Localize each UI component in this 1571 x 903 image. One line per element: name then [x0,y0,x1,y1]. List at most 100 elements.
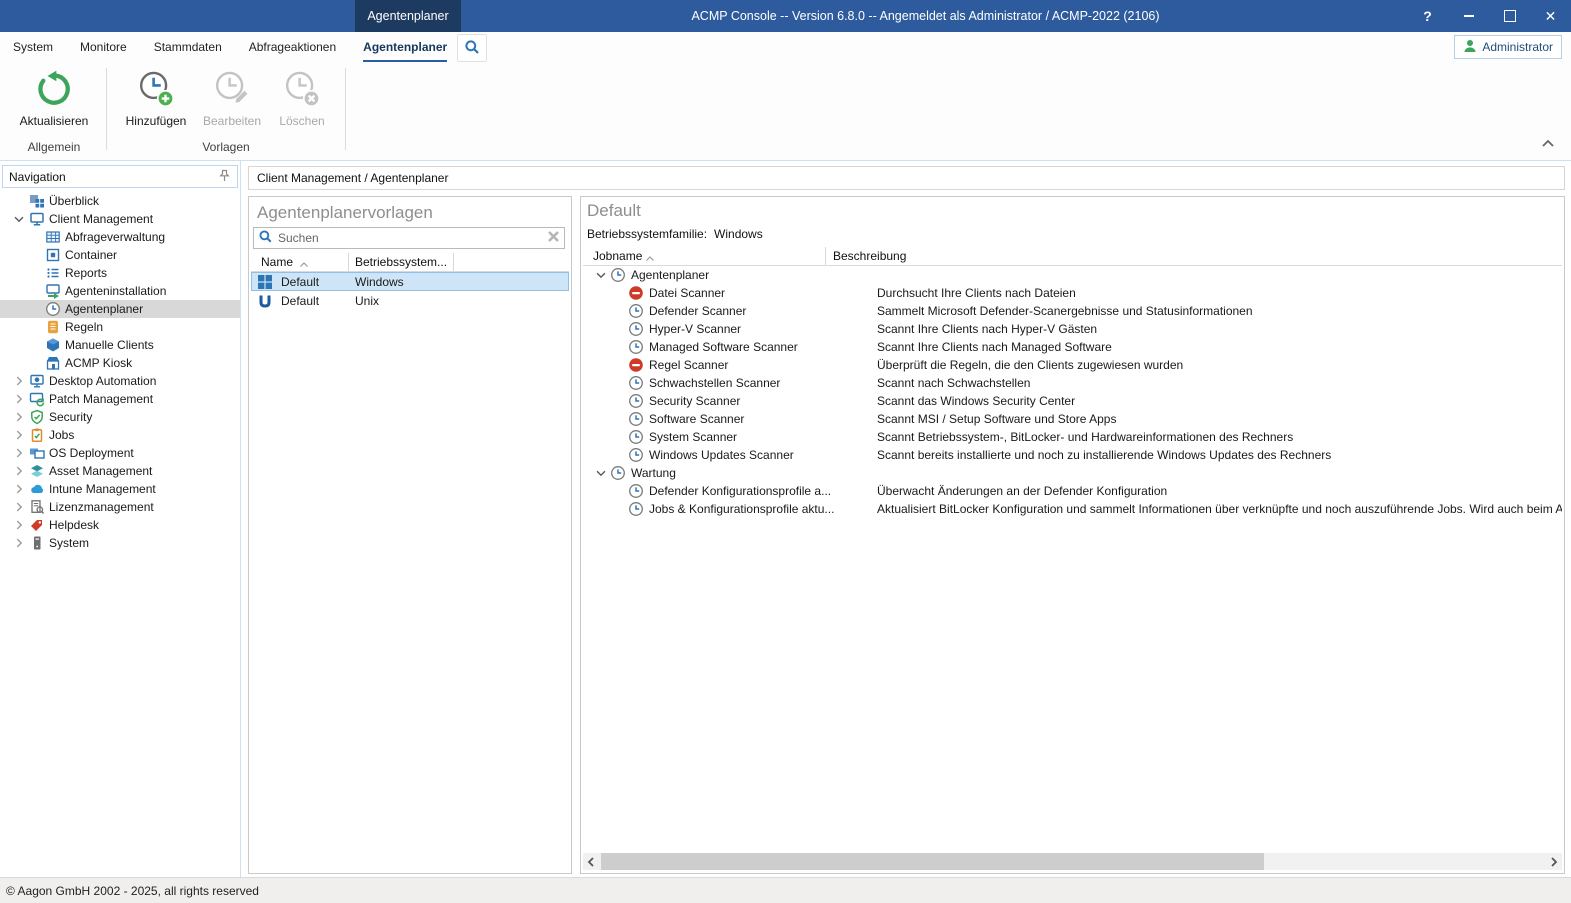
chevron-right-icon[interactable] [10,446,28,460]
help-button[interactable]: ? [1407,0,1448,32]
titlebar-active-tab[interactable]: Agentenplaner [355,0,461,32]
job-row[interactable]: Regel ScannerÜberprüft die Regeln, die d… [583,356,1562,374]
menu-item-abfrageaktionen[interactable]: Abfrageaktionen [249,32,336,62]
chevron-down-icon[interactable] [10,212,28,226]
jobs-table-header[interactable]: Jobname Beschreibung [583,247,1562,266]
add-template-button[interactable]: Hinzufügen [118,68,194,140]
column-header-jobname[interactable]: Jobname [593,249,642,263]
template-row[interactable]: DefaultWindows [251,272,569,291]
job-row[interactable]: Jobs & Konfigurationsprofile aktu...Aktu… [583,500,1562,518]
sidebar-item-acmp-kiosk[interactable]: ACMP Kiosk [0,354,240,372]
user-button[interactable]: Administrator [1454,35,1562,59]
menu-item-monitore[interactable]: Monitore [80,32,127,62]
sidebar-item-helpdesk[interactable]: Helpdesk [0,516,240,534]
clear-search-icon[interactable] [547,230,560,246]
menu-item-system[interactable]: System [13,32,53,62]
templates-search-input[interactable]: Suchen [253,227,565,249]
close-button[interactable]: ✕ [1530,0,1571,32]
desktop-automation-icon [28,373,46,389]
chevron-down-icon[interactable] [593,466,609,480]
sidebar-item-desktop-automation[interactable]: Desktop Automation [0,372,240,390]
collapse-ribbon-button[interactable] [1541,138,1555,152]
chevron-right-icon[interactable] [10,410,28,424]
refresh-button[interactable]: Aktualisieren [16,68,92,140]
job-row[interactable]: Defender Konfigurationsprofile a...Überw… [583,482,1562,500]
templates-table-header[interactable]: Name Betriebssystem... [251,253,569,272]
chevron-right-icon[interactable] [10,482,28,496]
job-row[interactable]: Agentenplaner [583,266,1562,284]
job-row[interactable]: Hyper-V ScannerScannt Ihre Clients nach … [583,320,1562,338]
job-row[interactable]: Software ScannerScannt MSI / Setup Softw… [583,410,1562,428]
chevron-right-icon[interactable] [10,428,28,442]
scrollbar-track[interactable] [599,853,1546,870]
chevron-right-icon[interactable] [10,392,28,406]
column-header-name[interactable]: Name [261,255,293,269]
job-name-cell: Regel Scanner [583,357,867,373]
sidebar-item-patch-management[interactable]: Patch Management [0,390,240,408]
minimize-button[interactable] [1448,0,1489,32]
chevron-right-icon[interactable] [10,518,28,532]
sidebar-item-container[interactable]: Container [0,246,240,264]
chevron-right-icon[interactable] [10,536,28,550]
sidebar-item-regeln[interactable]: Regeln [0,318,240,336]
sidebar-item-security[interactable]: Security [0,408,240,426]
job-row[interactable]: Security ScannerScannt das Windows Secur… [583,392,1562,410]
sidebar-item-agenteninstallation[interactable]: Agenteninstallation [0,282,240,300]
delete-template-button[interactable]: Löschen [264,68,340,140]
clock-delete-icon [283,68,321,110]
sidebar-item--berblick[interactable]: Überblick [0,192,240,210]
ribbon-group-separator [345,68,346,150]
job-row[interactable]: Schwachstellen ScannerScannt nach Schwac… [583,374,1562,392]
sidebar-item-abfrageverwaltung[interactable]: Abfrageverwaltung [0,228,240,246]
sidebar-item-jobs[interactable]: Jobs [0,426,240,444]
sort-ascending-icon [645,252,655,266]
sidebar-item-reports[interactable]: Reports [0,264,240,282]
sort-ascending-icon [299,258,309,272]
jobs-rows: AgentenplanerDatei ScannerDurchsucht Ihr… [583,266,1562,518]
job-row[interactable]: Managed Software ScannerScannt Ihre Clie… [583,338,1562,356]
menu-item-agentenplaner[interactable]: Agentenplaner [363,32,447,62]
templates-rows: DefaultWindowsDefaultUnix [251,272,569,310]
menu-item-stammdaten[interactable]: Stammdaten [154,32,222,62]
job-name: Defender Scanner [645,304,746,318]
job-row[interactable]: Windows Updates ScannerScannt bereits in… [583,446,1562,464]
job-description: Sammelt Microsoft Defender-Scanergebniss… [867,304,1253,318]
maximize-button[interactable] [1489,0,1530,32]
search-icon [258,229,273,247]
sidebar-item-client-management[interactable]: Client Management [0,210,240,228]
sidebar-item-os-deployment[interactable]: OS Deployment [0,444,240,462]
sidebar-item-system[interactable]: System [0,534,240,552]
scrollbar-thumb[interactable] [601,853,1264,870]
sidebar-item-manuelle-clients[interactable]: Manuelle Clients [0,336,240,354]
chevron-right-icon[interactable] [10,464,28,478]
sidebar-item-label: Intune Management [46,482,156,496]
job-name: Security Scanner [645,394,740,408]
job-row[interactable]: Defender Scanner Sammelt Microsoft Defend… [583,302,1562,320]
rules-icon [44,319,62,335]
sidebar-item-agentenplaner[interactable]: Agentenplaner [0,300,240,318]
search-button[interactable] [457,34,487,62]
chevron-right-icon[interactable] [10,500,28,514]
sidebar-item-label: Jobs [46,428,74,442]
clock-icon [609,465,627,481]
job-row[interactable]: Wartung [583,464,1562,482]
chevron-right-icon[interactable] [10,374,28,388]
job-row[interactable]: Datei ScannerDurchsucht Ihre Clients nac… [583,284,1562,302]
job-name: Regel Scanner [645,358,728,372]
scroll-right-arrow[interactable] [1546,853,1562,870]
column-header-os[interactable]: Betriebssystem... [355,255,447,269]
sidebar-item-intune-management[interactable]: Intune Management [0,480,240,498]
job-row[interactable]: System ScannerScannt Betriebssystem-, Bi… [583,428,1562,446]
sidebar-item-lizenzmanagement[interactable]: Lizenzmanagement [0,498,240,516]
scroll-left-arrow[interactable] [583,853,599,870]
edit-template-button[interactable]: Bearbeiten [194,68,270,140]
pin-icon[interactable] [218,169,231,185]
sidebar-item-asset-management[interactable]: Asset Management [0,462,240,480]
chevron-down-icon[interactable] [593,268,609,282]
job-name: Datei Scanner [645,286,725,300]
horizontal-scrollbar[interactable] [583,853,1562,870]
template-row[interactable]: DefaultUnix [251,291,569,310]
job-description: Scannt Betriebssystem-, BitLocker- und H… [867,430,1293,444]
column-header-description[interactable]: Beschreibung [833,249,906,263]
sidebar-item-label: Asset Management [46,464,152,478]
